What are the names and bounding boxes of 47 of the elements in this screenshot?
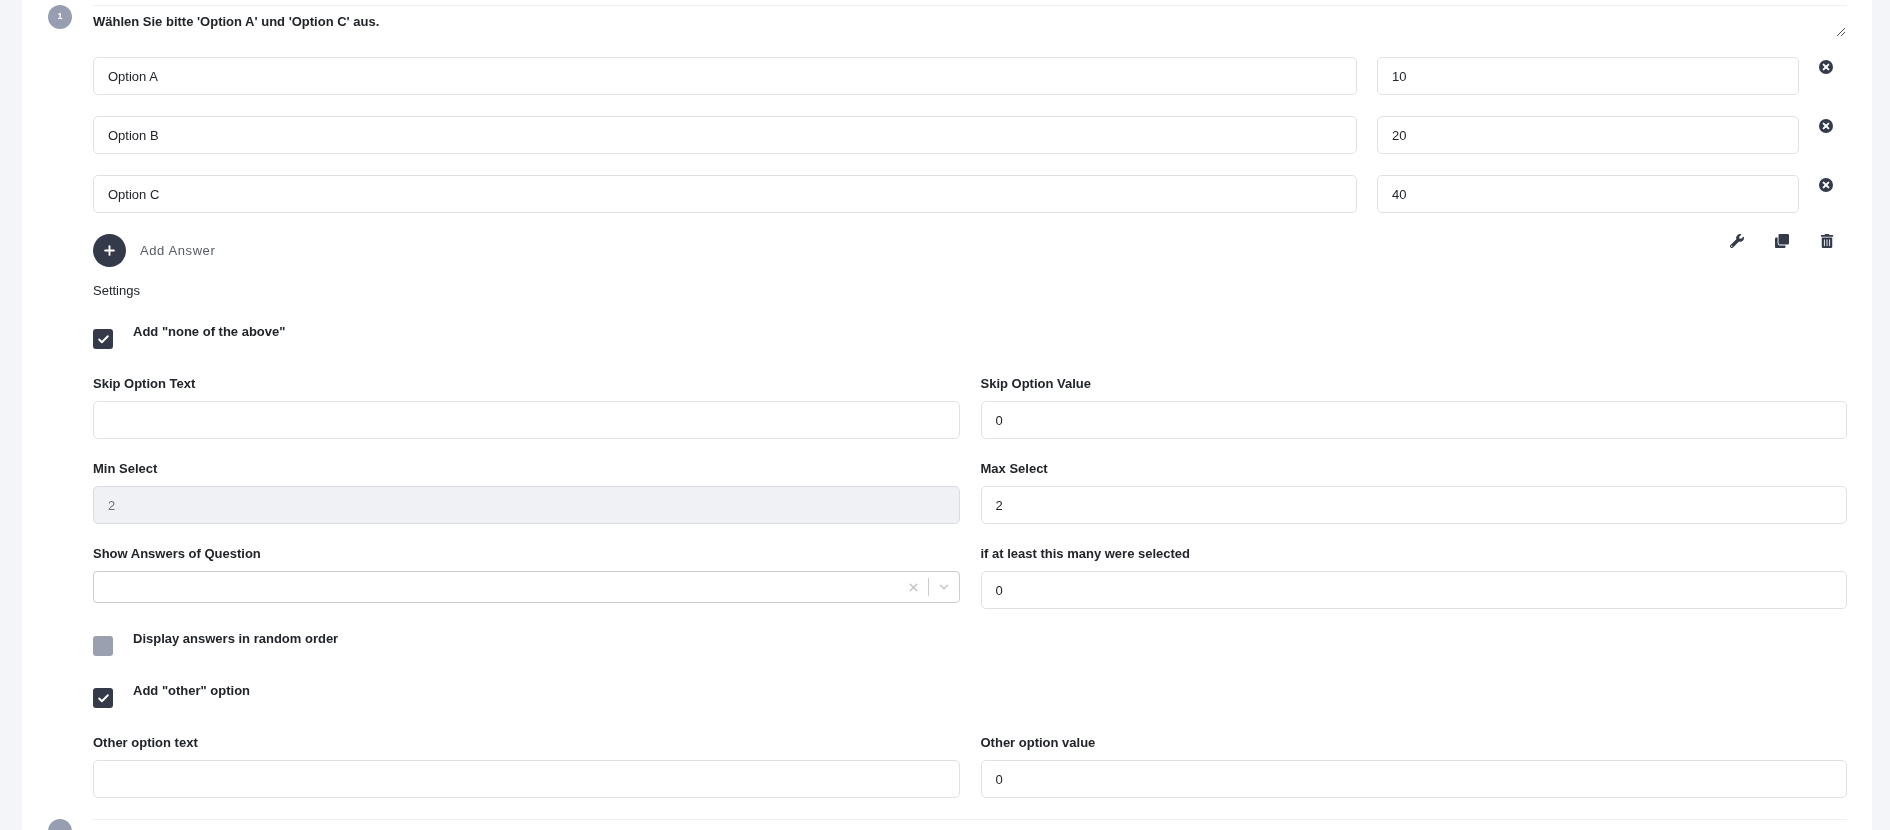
check-icon — [96, 332, 110, 346]
answer-text-field[interactable]: Option A — [93, 57, 1357, 95]
field-label: Skip Option Value — [980, 376, 1092, 392]
remove-answer-button[interactable] — [1819, 60, 1833, 74]
remove-answer-button[interactable] — [1819, 119, 1833, 133]
checkbox-label: Add "none of the above" — [133, 324, 286, 340]
add-answer-button[interactable] — [93, 234, 126, 267]
wrench-button[interactable] — [1730, 234, 1744, 248]
copy-icon — [1775, 234, 1789, 248]
answer-value-field[interactable]: 10 — [1377, 57, 1799, 95]
trash-icon — [1820, 234, 1834, 248]
field-label: if at least this many were selected — [980, 546, 1191, 562]
circle-x-icon — [1819, 178, 1833, 192]
settings-heading: Settings — [93, 283, 140, 299]
field-label: Other option value — [980, 735, 1096, 751]
checkbox[interactable] — [93, 688, 113, 708]
plus-icon — [102, 243, 117, 258]
wrench-icon — [1730, 234, 1744, 248]
answer-value-field[interactable]: 20 — [1377, 116, 1799, 154]
copy-button[interactable] — [1775, 234, 1789, 248]
circle-x-icon — [1819, 119, 1833, 133]
field-label: Max Select — [980, 461, 1048, 477]
checkbox-label: Add "other" option — [133, 683, 251, 699]
input-field[interactable]: 0 — [980, 401, 1847, 439]
check-icon — [96, 691, 110, 705]
input-field[interactable]: 2 — [980, 486, 1847, 524]
answer-text-field[interactable]: Option B — [93, 116, 1357, 154]
field-label: Skip Option Text — [93, 376, 196, 392]
question-number-badge: 1 — [48, 5, 72, 29]
input-field[interactable]: 0 — [980, 571, 1847, 609]
delete-button[interactable] — [1820, 234, 1834, 248]
field-label: Show Answers of Question — [93, 546, 261, 562]
checkbox[interactable] — [93, 636, 113, 656]
remove-answer-button[interactable] — [1819, 178, 1833, 192]
resize-handle-icon[interactable] — [1836, 27, 1846, 37]
field-label: Min Select — [93, 461, 158, 477]
checkbox-label: Display answers in random order — [133, 631, 339, 647]
circle-x-icon — [1819, 60, 1833, 74]
question-text-field[interactable]: Wählen Sie bitte 'Option A' und 'Option C' aus. — [93, 5, 1847, 38]
answer-value-field[interactable]: 40 — [1377, 175, 1799, 213]
checkbox[interactable] — [93, 329, 113, 349]
input-field[interactable]: 0 — [980, 760, 1847, 798]
input-field[interactable] — [93, 760, 960, 798]
input-field[interactable] — [93, 401, 960, 439]
field-label: Other option text — [93, 735, 198, 751]
answer-text-field[interactable]: Option C — [93, 175, 1357, 213]
add-answer-label[interactable]: Add Answer — [140, 240, 216, 261]
